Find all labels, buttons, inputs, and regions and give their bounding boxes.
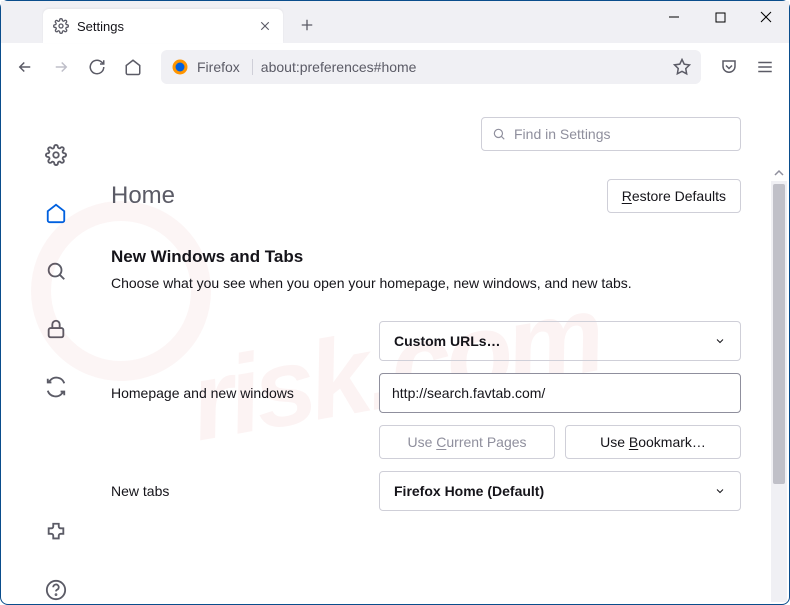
minimize-button[interactable] bbox=[651, 1, 697, 33]
close-window-button[interactable] bbox=[743, 1, 789, 33]
main-panel: Find in Settings Home Restore Defaults N… bbox=[111, 91, 789, 604]
content: risk.com Find in Settings Home Restore D… bbox=[1, 91, 789, 604]
sidebar bbox=[1, 91, 111, 604]
chevron-down-icon bbox=[714, 335, 726, 347]
use-bookmark-button[interactable]: Use Bookmark… bbox=[565, 425, 741, 459]
gear-icon bbox=[53, 18, 69, 34]
select-value: Firefox Home (Default) bbox=[394, 483, 544, 499]
scroll-thumb[interactable] bbox=[773, 184, 785, 484]
sidebar-extensions[interactable] bbox=[42, 518, 70, 546]
sidebar-sync[interactable] bbox=[42, 373, 70, 401]
forward-button[interactable] bbox=[45, 51, 77, 83]
sidebar-general[interactable] bbox=[42, 141, 70, 169]
url-bar[interactable]: Firefox about:preferences#home bbox=[161, 50, 701, 84]
browser-tab[interactable]: Settings bbox=[43, 9, 283, 43]
section-description: Choose what you see when you open your h… bbox=[111, 275, 741, 291]
sidebar-help[interactable] bbox=[42, 576, 70, 604]
homepage-mode-select[interactable]: Custom URLs… bbox=[379, 321, 741, 361]
use-current-pages-button[interactable]: Use Current Pages bbox=[379, 425, 555, 459]
newtabs-label: New tabs bbox=[111, 483, 361, 499]
url-address: about:preferences#home bbox=[261, 59, 673, 75]
pocket-button[interactable] bbox=[713, 51, 745, 83]
toolbar: Firefox about:preferences#home bbox=[1, 43, 789, 91]
sidebar-home[interactable] bbox=[42, 199, 70, 227]
back-button[interactable] bbox=[9, 51, 41, 83]
home-button[interactable] bbox=[117, 51, 149, 83]
search-icon bbox=[492, 127, 506, 141]
tab-title: Settings bbox=[77, 19, 124, 34]
newtabs-select[interactable]: Firefox Home (Default) bbox=[379, 471, 741, 511]
bookmark-star-icon[interactable] bbox=[673, 58, 691, 76]
page-heading: Home bbox=[111, 182, 175, 210]
sidebar-privacy[interactable] bbox=[42, 315, 70, 343]
separator bbox=[252, 59, 253, 75]
scrollbar[interactable] bbox=[771, 181, 787, 602]
reload-button[interactable] bbox=[81, 51, 113, 83]
sidebar-search[interactable] bbox=[42, 257, 70, 285]
window-controls bbox=[651, 1, 789, 33]
new-tab-button[interactable] bbox=[293, 11, 321, 39]
select-value: Custom URLs… bbox=[394, 333, 501, 349]
menu-button[interactable] bbox=[749, 51, 781, 83]
section-title: New Windows and Tabs bbox=[111, 247, 741, 267]
search-placeholder: Find in Settings bbox=[514, 126, 611, 142]
firefox-icon bbox=[171, 58, 189, 76]
homepage-label: Homepage and new windows bbox=[111, 385, 361, 401]
titlebar: Settings bbox=[1, 1, 789, 43]
chevron-down-icon bbox=[714, 485, 726, 497]
find-in-settings[interactable]: Find in Settings bbox=[481, 117, 741, 151]
url-context: Firefox bbox=[197, 59, 240, 75]
scroll-up-icon[interactable] bbox=[771, 165, 787, 181]
maximize-button[interactable] bbox=[697, 1, 743, 33]
close-tab-icon[interactable] bbox=[257, 18, 273, 34]
homepage-input[interactable] bbox=[379, 373, 741, 413]
restore-defaults-button[interactable]: Restore Defaults bbox=[607, 179, 741, 213]
